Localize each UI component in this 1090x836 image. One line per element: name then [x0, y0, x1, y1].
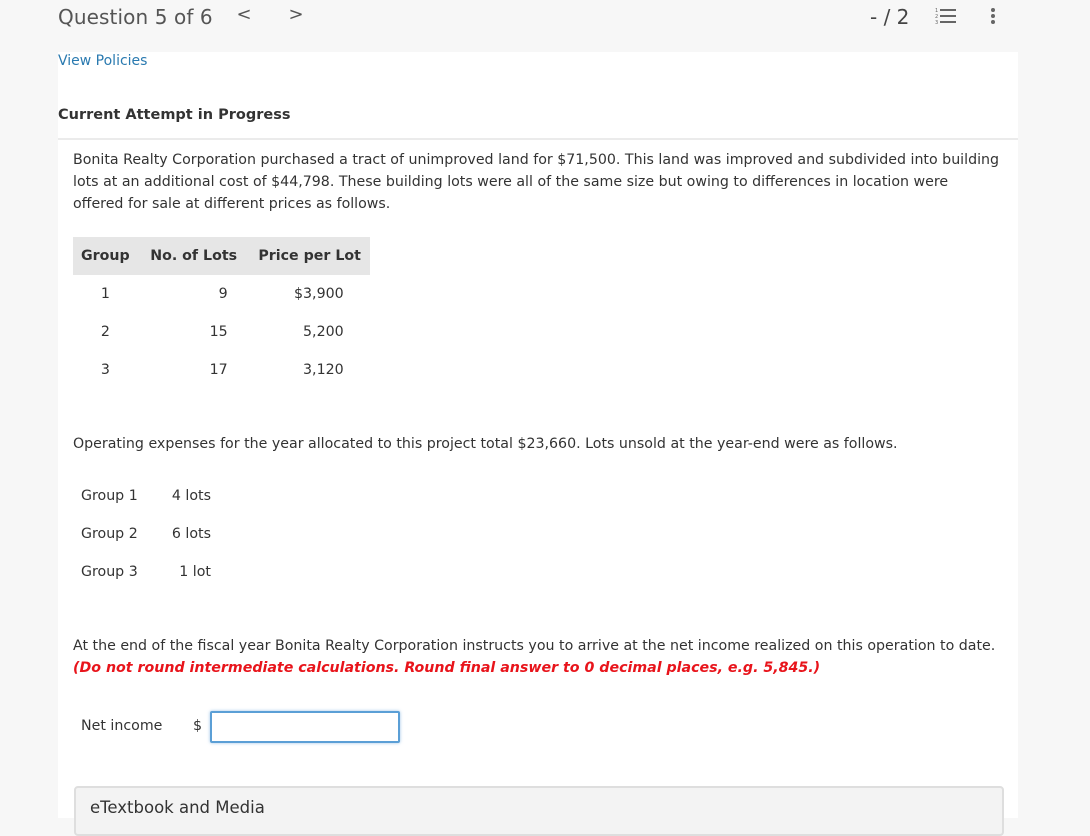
rounding-hint: (Do not round intermediate calculations.… [73, 660, 821, 676]
net-income-input[interactable] [210, 711, 400, 743]
table-row: Group 2 6 lots [73, 515, 217, 553]
unsold-count: 1 lot [179, 564, 211, 580]
view-policies-link[interactable]: View Policies [58, 53, 147, 69]
unsold-count: 6 lots [171, 526, 211, 542]
header-group: Group [73, 237, 138, 275]
cell-lots: 17 [209, 362, 228, 378]
chevron-left-icon[interactable]: < [234, 4, 254, 25]
lots-table: Group No. of Lots Price per Lot 1 9 $3,9… [73, 237, 370, 389]
unsold-group: Group 3 [81, 564, 138, 580]
unsold-group: Group 1 [81, 488, 138, 504]
header-no-of-lots: No. of Lots [137, 237, 250, 275]
answer-row: Net income $ [81, 711, 481, 743]
table-row: 2 15 5,200 [73, 313, 370, 351]
cell-price: $3,900 [294, 286, 344, 302]
more-vertical-icon[interactable] [988, 7, 998, 27]
chevron-right-icon[interactable]: > [286, 4, 306, 25]
table-row: Group 1 4 lots [73, 477, 217, 515]
currency-symbol: $ [193, 718, 203, 734]
cell-lots: 9 [218, 286, 228, 302]
cell-group: 2 [100, 324, 110, 340]
cell-price: 5,200 [303, 324, 344, 340]
instruction: At the end of the fiscal year Bonita Rea… [73, 638, 996, 654]
unsold-lots-table: Group 1 4 lots Group 2 6 lots Group 3 1 … [73, 477, 217, 591]
question-header: Question 5 of 6 < > - / 2 1 2 3 [0, 0, 1090, 52]
net-income-label: Net income [81, 718, 163, 734]
unsold-count: 4 lots [171, 488, 211, 504]
cell-price: 3,120 [303, 362, 344, 378]
header-price-per-lot: Price per Lot [249, 237, 370, 275]
question-counter: Question 5 of 6 [58, 5, 213, 29]
cell-group: 1 [100, 286, 110, 302]
table-row: 1 9 $3,900 [73, 275, 370, 313]
expenses-text: Operating expenses for the year allocate… [73, 436, 898, 452]
etextbook-media-button[interactable]: eTextbook and Media [74, 786, 1004, 836]
numbered-list-icon[interactable]: 1 2 3 [935, 7, 957, 26]
question-panel: View Policies Current Attempt in Progres… [58, 52, 1018, 836]
unsold-group: Group 2 [81, 526, 138, 542]
instruction-text: At the end of the fiscal year Bonita Rea… [73, 635, 1003, 679]
question-score: - / 2 [870, 5, 910, 29]
table-row: 3 17 3,120 [73, 351, 370, 389]
cell-group: 3 [100, 362, 110, 378]
etextbook-label: eTextbook and Media [90, 798, 265, 817]
table-row: Group 3 1 lot [73, 553, 217, 591]
problem-intro: Bonita Realty Corporation purchased a tr… [73, 152, 1000, 212]
table-header-row: Group No. of Lots Price per Lot [73, 237, 370, 275]
svg-text:3: 3 [935, 20, 938, 25]
divider [58, 138, 1018, 140]
cell-lots: 15 [209, 324, 228, 340]
attempt-heading: Current Attempt in Progress [58, 107, 291, 123]
